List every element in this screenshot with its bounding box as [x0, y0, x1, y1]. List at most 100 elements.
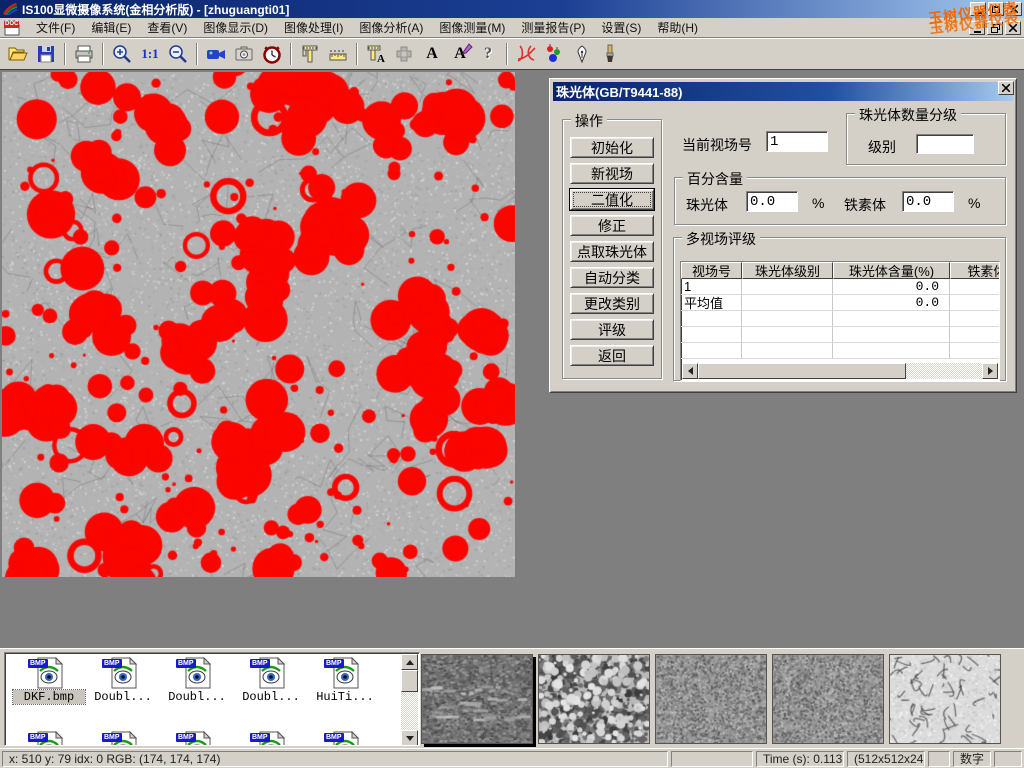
- dialog-title-bar[interactable]: 珠光体(GB/T9441-88): [553, 82, 1013, 101]
- ruler-button[interactable]: [325, 41, 351, 67]
- dialog-close-icon: [1002, 84, 1010, 92]
- curve-tool-button[interactable]: [513, 41, 539, 67]
- minimize-button[interactable]: [970, 2, 986, 16]
- maximize-icon: [992, 6, 1000, 13]
- hscroll-thumb[interactable]: [698, 363, 906, 379]
- table-row[interactable]: 平均值 0.0: [681, 295, 999, 311]
- menu-image-display[interactable]: 图像显示(D): [195, 17, 276, 38]
- binarize-button[interactable]: 二值化: [570, 189, 654, 210]
- status-empty-panel: [928, 751, 950, 767]
- menu-settings[interactable]: 设置(S): [593, 17, 649, 38]
- thumbnail-5[interactable]: [889, 654, 1001, 744]
- file-item[interactable]: BMP Doubl...: [87, 657, 159, 704]
- file-list-scrollbar[interactable]: [401, 654, 418, 746]
- zoom-out-button[interactable]: [165, 41, 191, 67]
- file-item[interactable]: BMP: [309, 731, 381, 746]
- hscroll-track[interactable]: [906, 363, 982, 379]
- scroll-down-button[interactable]: [401, 730, 418, 746]
- save-button[interactable]: [33, 41, 59, 67]
- dialog-title: 珠光体(GB/T9441-88): [556, 82, 682, 101]
- col-ferrite-content[interactable]: 铁素体含量(%): [950, 262, 1000, 279]
- scroll-left-button[interactable]: [682, 363, 698, 379]
- ferrite-percent-input[interactable]: [902, 191, 954, 212]
- file-item[interactable]: BMP: [87, 731, 159, 746]
- status-empty-panel: [671, 751, 753, 767]
- col-pearlite-content[interactable]: 珠光体含量(%): [833, 262, 950, 279]
- count-points-button[interactable]: [541, 41, 567, 67]
- help-icon: ?: [484, 45, 492, 63]
- pattern-icon: [393, 43, 415, 65]
- help-button[interactable]: ?: [475, 41, 501, 67]
- grade-input[interactable]: [916, 134, 974, 154]
- mdi-restore-button[interactable]: [987, 21, 1003, 35]
- open-button[interactable]: [5, 41, 31, 67]
- new-field-button[interactable]: 新视场: [570, 163, 654, 184]
- grade-button[interactable]: 评级: [570, 319, 654, 340]
- file-name[interactable]: DKF.bmp: [13, 690, 85, 704]
- measure-label-button[interactable]: A: [363, 41, 389, 67]
- menu-file[interactable]: 文件(F): [28, 17, 83, 38]
- title-bar: IS100显微摄像系统(金相分析版) - [zhuguangti01]: [0, 0, 1024, 18]
- mdi-minimize-button[interactable]: [969, 21, 985, 35]
- pattern-button[interactable]: [391, 41, 417, 67]
- timer-button[interactable]: [259, 41, 285, 67]
- vscroll-thumb[interactable]: [401, 670, 418, 692]
- file-name[interactable]: HuiTi...: [309, 690, 381, 704]
- multi-field-table[interactable]: 视场号 珠光体级别 珠光体含量(%) 铁素体含量(%) 1 0.0 平均值 0.…: [680, 261, 1000, 381]
- file-item[interactable]: BMP DKF.bmp: [13, 657, 85, 704]
- file-browser[interactable]: BMP DKF.bmp BMP Doubl... BMP Doubl... BM…: [4, 652, 420, 746]
- menu-help[interactable]: 帮助(H): [649, 17, 706, 38]
- pearlite-percent-input[interactable]: [746, 191, 798, 212]
- menu-report[interactable]: 测量报告(P): [513, 17, 593, 38]
- close-button[interactable]: [1006, 2, 1022, 16]
- initialize-button[interactable]: 初始化: [570, 137, 654, 158]
- file-item[interactable]: BMP HuiTi...: [309, 657, 381, 704]
- mdi-close-button[interactable]: [1005, 21, 1021, 35]
- thumbnail-4[interactable]: [772, 654, 884, 744]
- file-item[interactable]: BMP: [235, 731, 307, 746]
- thumbnail-3[interactable]: [655, 654, 767, 744]
- scroll-right-button[interactable]: [982, 363, 998, 379]
- pick-pearlite-button[interactable]: 点取珠光体: [570, 241, 654, 262]
- file-item[interactable]: BMP: [13, 731, 85, 746]
- menu-image-processing[interactable]: 图像处理(I): [276, 17, 351, 38]
- snapshot-button[interactable]: [231, 41, 257, 67]
- return-button[interactable]: 返回: [570, 345, 654, 366]
- change-class-button[interactable]: 更改类别: [570, 293, 654, 314]
- file-name[interactable]: Doubl...: [161, 690, 233, 704]
- micrograph-canvas[interactable]: [2, 72, 515, 577]
- video-capture-button[interactable]: [203, 41, 229, 67]
- mdi-restore-icon: [991, 24, 1000, 33]
- menu-image-analysis[interactable]: 图像分析(A): [351, 17, 431, 38]
- file-name[interactable]: Doubl...: [235, 690, 307, 704]
- pen-button[interactable]: [569, 41, 595, 67]
- text-button[interactable]: A: [419, 41, 445, 67]
- scroll-up-button[interactable]: [401, 654, 418, 670]
- file-item[interactable]: BMP: [161, 731, 233, 746]
- caliper-button[interactable]: [297, 41, 323, 67]
- table-hscrollbar[interactable]: [682, 363, 998, 379]
- annotate-button[interactable]: A: [447, 41, 473, 67]
- col-field-number[interactable]: 视场号: [681, 262, 742, 279]
- zoom-in-button[interactable]: [109, 41, 135, 67]
- maximize-button[interactable]: [988, 2, 1004, 16]
- table-row[interactable]: 1 0.0: [681, 279, 999, 295]
- auto-classify-button[interactable]: 自动分类: [570, 267, 654, 288]
- correct-button[interactable]: 修正: [570, 215, 654, 236]
- file-item[interactable]: BMP Doubl...: [161, 657, 233, 704]
- dialog-close-button[interactable]: [998, 81, 1014, 95]
- ferrite-unit: %: [968, 195, 980, 211]
- cell-ferrite: [950, 279, 1000, 294]
- menu-edit[interactable]: 编辑(E): [83, 17, 139, 38]
- current-field-input[interactable]: [766, 131, 828, 152]
- actual-size-button[interactable]: 1:1: [137, 41, 163, 67]
- print-button[interactable]: [71, 41, 97, 67]
- menu-image-measure[interactable]: 图像测量(M): [431, 17, 513, 38]
- file-item[interactable]: BMP Doubl...: [235, 657, 307, 704]
- thumbnail-1[interactable]: [421, 654, 533, 744]
- file-name[interactable]: Doubl...: [87, 690, 159, 704]
- brush-button[interactable]: [597, 41, 623, 67]
- menu-view[interactable]: 查看(V): [139, 17, 195, 38]
- thumbnail-2[interactable]: [538, 654, 650, 744]
- col-pearlite-grade[interactable]: 珠光体级别: [742, 262, 833, 279]
